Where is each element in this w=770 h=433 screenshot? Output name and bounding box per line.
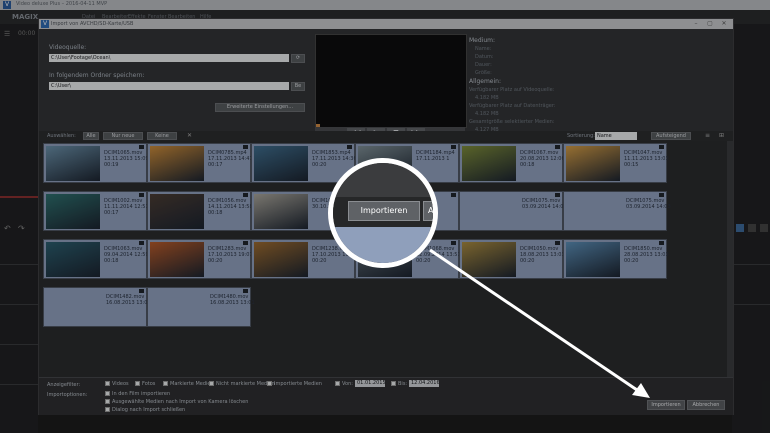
arrow-line [429,248,641,394]
magnified-import-button[interactable]: Importieren [348,201,420,221]
arrow-head [632,383,650,398]
magnifier-toolbar [333,163,433,197]
magnifier-callout: Importieren A [328,158,438,268]
magnifier-grid [333,227,433,263]
magnified-next-button[interactable]: A [423,201,433,221]
